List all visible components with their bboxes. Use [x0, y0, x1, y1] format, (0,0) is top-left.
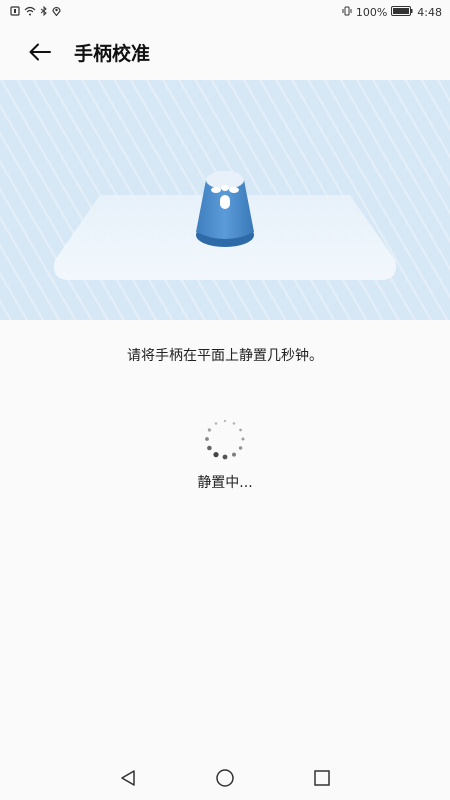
- page-title: 手柄校准: [74, 42, 151, 65]
- circle-home-icon: [216, 769, 234, 787]
- notification-icon: [10, 5, 20, 19]
- location-icon: [52, 6, 61, 19]
- back-button[interactable]: [20, 32, 60, 72]
- calibration-illustration: [0, 80, 450, 320]
- system-nav-bar: [0, 756, 450, 800]
- calibration-screen: 100% 4:48 手柄校准 请将手柄在平面上静置几秒钟。 静置中...: [0, 0, 450, 800]
- square-recents-icon: [313, 770, 330, 786]
- status-icons-right: 100% 4:48: [342, 5, 442, 19]
- status-bar: 100% 4:48: [0, 0, 450, 24]
- status-icons-left: [10, 5, 61, 19]
- wifi-icon: [24, 6, 36, 19]
- nav-home-button[interactable]: [205, 758, 245, 798]
- battery-percent: 100%: [355, 5, 388, 19]
- instruction-text: 请将手柄在平面上静置几秒钟。: [127, 348, 323, 364]
- nav-recents-button[interactable]: [302, 758, 342, 798]
- clock: 4:48: [417, 5, 442, 19]
- loading-spinner-icon: [201, 418, 249, 462]
- back-arrow-icon: [29, 43, 51, 61]
- triangle-back-icon: [121, 770, 136, 786]
- battery-icon: [391, 5, 413, 19]
- bluetooth-icon: [40, 5, 48, 19]
- nav-back-button[interactable]: [108, 758, 148, 798]
- app-header: 手柄校准: [0, 24, 450, 80]
- calibration-status-text: 静置中...: [197, 475, 253, 491]
- vibrate-icon: [342, 6, 352, 19]
